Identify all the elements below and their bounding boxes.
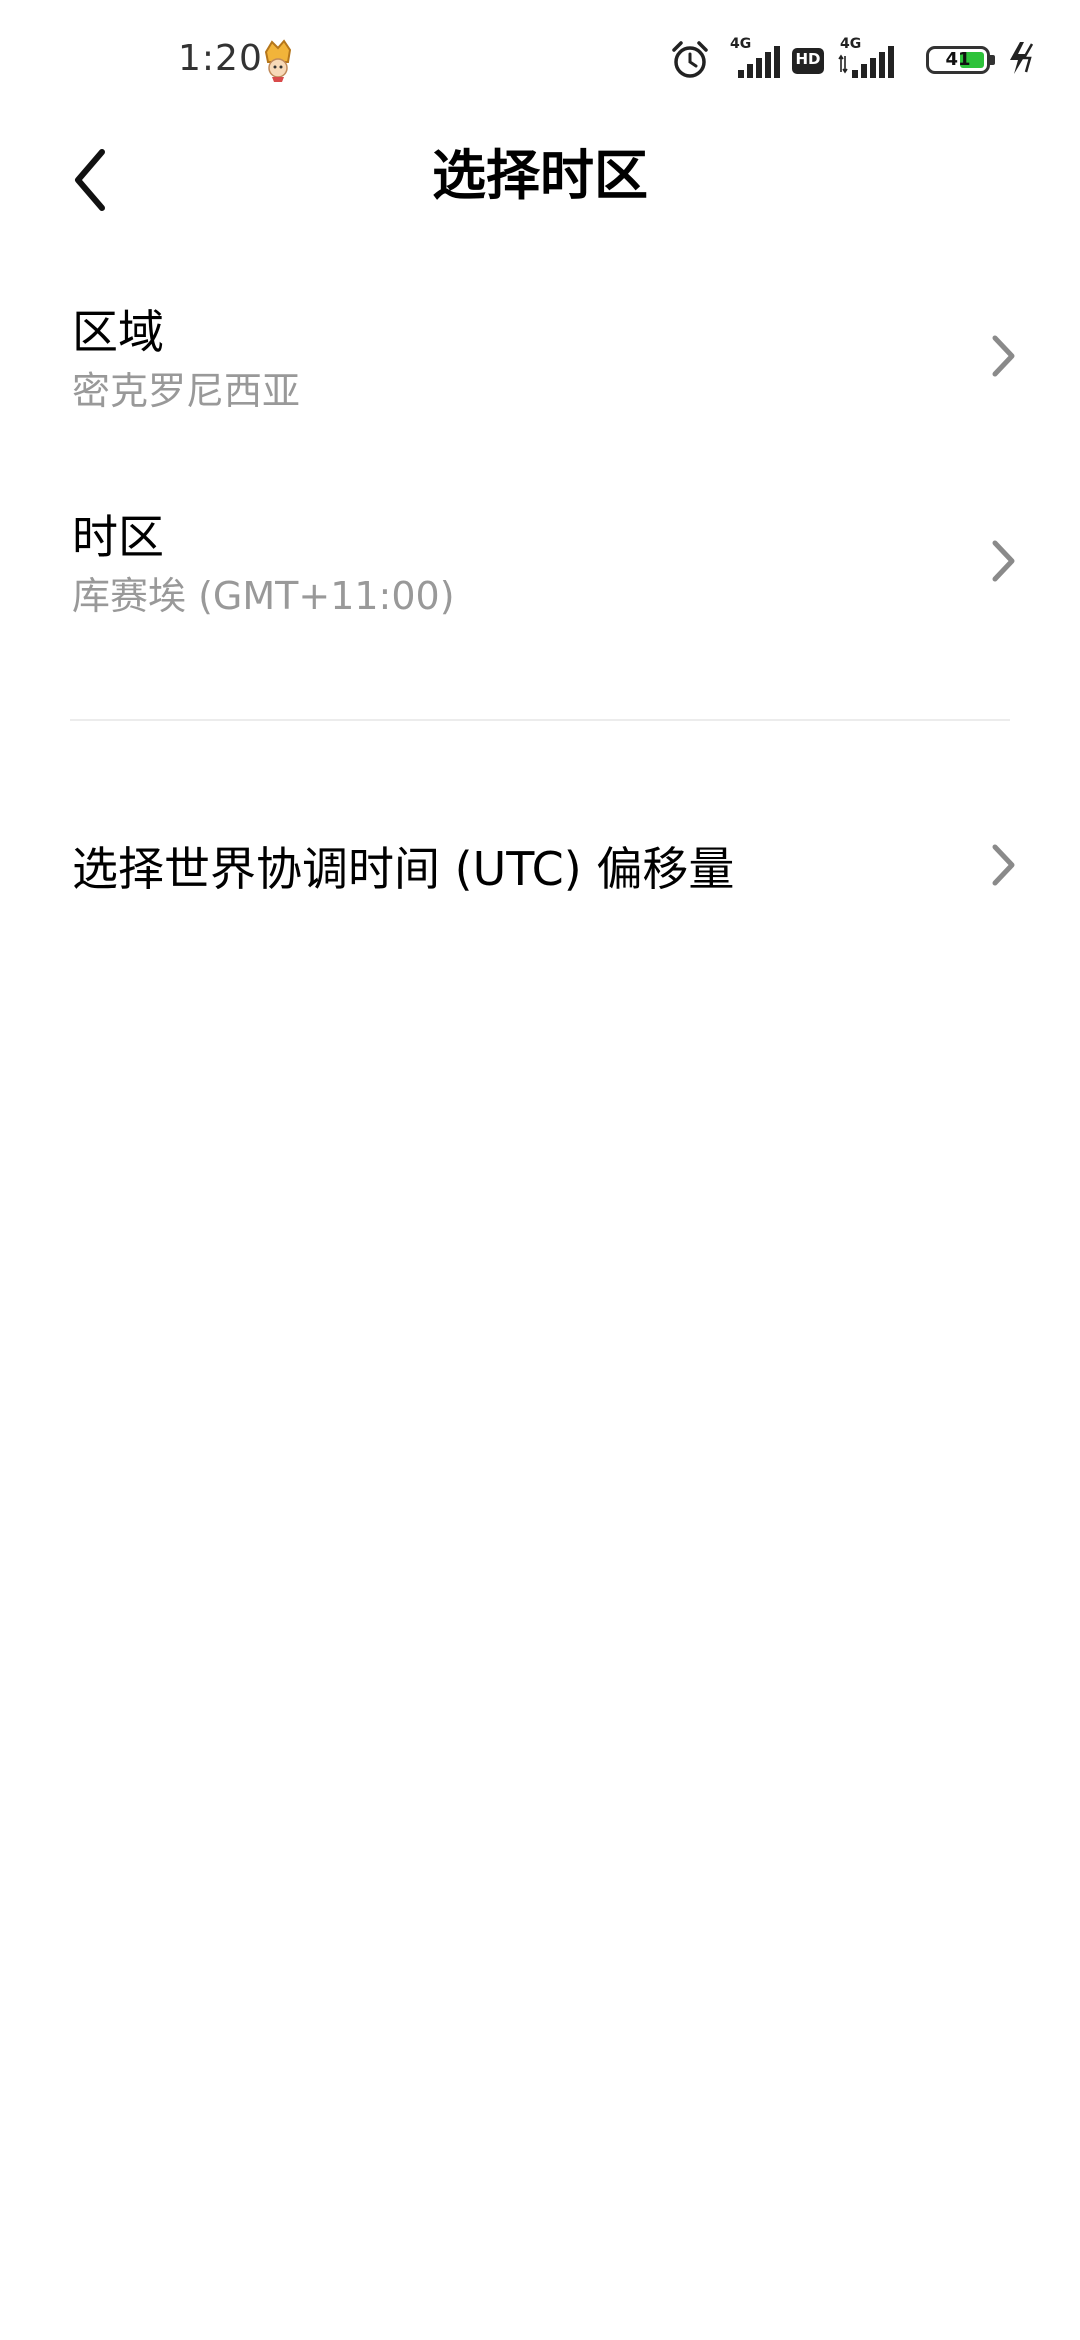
section-divider <box>70 719 1010 721</box>
status-bar: 1:20 4G HD 4G 41 <box>0 0 1080 120</box>
header: 选择时区 <box>0 120 1080 240</box>
timezone-title: 时区 <box>72 510 164 564</box>
timezone-list-item[interactable]: 时区 库赛埃 (GMT+11:00) <box>0 495 1080 635</box>
page-title: 选择时区 <box>432 144 648 207</box>
chevron-right-icon <box>992 844 1015 886</box>
region-list-item[interactable]: 区域 密克罗尼西亚 <box>0 290 1080 430</box>
status-time: 1:20 <box>178 38 263 79</box>
battery-icon: 41 <box>926 46 998 76</box>
charging-icon <box>1010 42 1034 74</box>
chevron-right-icon <box>992 540 1015 582</box>
mascot-notification-icon <box>264 39 292 82</box>
hd-voice-icon: HD <box>792 48 824 74</box>
signal-strength-2-icon: 4G <box>838 36 894 80</box>
battery-level-text: 41 <box>945 49 971 70</box>
utc-offset-title: 选择世界协调时间 (UTC) 偏移量 <box>72 842 735 896</box>
chevron-right-icon <box>992 335 1015 377</box>
alarm-icon <box>672 41 708 78</box>
region-title: 区域 <box>72 305 164 359</box>
signal-strength-1-icon: 4G <box>730 36 780 80</box>
region-value: 密克罗尼西亚 <box>72 369 301 413</box>
utc-offset-list-item[interactable]: 选择世界协调时间 (UTC) 偏移量 <box>0 815 1080 915</box>
timezone-value: 库赛埃 (GMT+11:00) <box>72 574 455 618</box>
hd-label: HD <box>795 50 821 68</box>
